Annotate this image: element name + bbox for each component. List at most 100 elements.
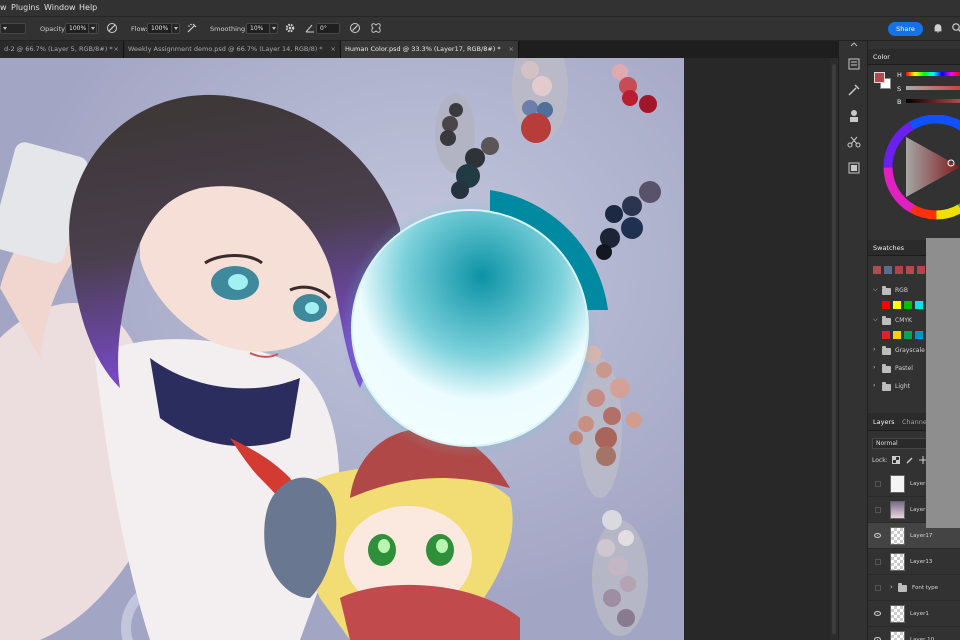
options-bar: Opacity: 100% Flow: 100% Smoothing: 10% … bbox=[0, 17, 960, 41]
swatch[interactable] bbox=[915, 331, 923, 339]
tab-channels[interactable]: Channe bbox=[902, 418, 927, 426]
tab-document-3[interactable]: Human Color.psd @ 33.3% (Layer17, RGB/8#… bbox=[341, 41, 519, 58]
close-icon[interactable]: × bbox=[509, 41, 514, 58]
artwork-illustration bbox=[0, 58, 684, 640]
airbrush-icon[interactable] bbox=[186, 22, 198, 34]
swatch-group-label: Light bbox=[895, 383, 910, 390]
close-icon[interactable]: × bbox=[331, 41, 336, 58]
menu-item-help[interactable]: Help bbox=[79, 3, 97, 12]
scrollbar-thumb[interactable] bbox=[832, 64, 836, 634]
panel-overlay bbox=[926, 238, 960, 528]
swatch[interactable] bbox=[906, 266, 914, 274]
visibility-toggle[interactable] bbox=[875, 481, 881, 487]
opacity-dropdown[interactable] bbox=[88, 23, 97, 34]
lock-label: Lock: bbox=[872, 457, 888, 464]
lock-transparent-icon[interactable] bbox=[892, 456, 900, 464]
visibility-toggle[interactable] bbox=[875, 585, 881, 591]
document-canvas[interactable] bbox=[0, 58, 684, 640]
brush-settings-icon[interactable] bbox=[846, 82, 862, 98]
swatch-group-label: Grayscale bbox=[895, 347, 925, 354]
swatch[interactable] bbox=[904, 301, 912, 309]
properties-icon[interactable] bbox=[846, 160, 862, 176]
character-icon[interactable] bbox=[846, 108, 862, 124]
h-label: H bbox=[897, 71, 902, 79]
menu-item-view[interactable]: w bbox=[0, 3, 7, 12]
smoothing-label: Smoothing: bbox=[210, 25, 248, 33]
flow-dropdown[interactable] bbox=[171, 23, 180, 34]
tab-label: Human Color.psd @ 33.3% (Layer17, RGB/8#… bbox=[345, 45, 501, 53]
layer-row[interactable]: Layer13 bbox=[868, 549, 960, 575]
symmetry-butterfly-icon[interactable] bbox=[370, 22, 382, 34]
opacity-label: Opacity: bbox=[40, 25, 67, 33]
swatch[interactable] bbox=[915, 301, 923, 309]
menu-item-window[interactable]: Window bbox=[44, 3, 76, 12]
history-icon[interactable] bbox=[846, 56, 862, 72]
layer-name: Layer bbox=[910, 481, 926, 487]
pressure-size-icon[interactable] bbox=[349, 22, 361, 34]
vertical-scrollbar[interactable] bbox=[830, 58, 838, 640]
swatch[interactable] bbox=[904, 331, 912, 339]
angle-field[interactable]: 0° bbox=[316, 23, 340, 34]
swatch[interactable] bbox=[873, 266, 881, 274]
swatch[interactable] bbox=[917, 266, 925, 274]
swatch-group-label: RGB bbox=[895, 287, 908, 294]
brush-preset-dropdown[interactable] bbox=[0, 23, 26, 34]
tab-swatches[interactable]: Swatches bbox=[873, 244, 904, 252]
tab-document-1[interactable]: d-2 @ 66.7% (Layer 5, RGB/8#) * × bbox=[0, 41, 124, 58]
layer-name: Layer13 bbox=[910, 559, 933, 565]
layer-thumbnail bbox=[890, 553, 905, 571]
swatch[interactable] bbox=[884, 266, 892, 274]
chevron-right-icon[interactable]: › bbox=[890, 583, 893, 591]
layer-row[interactable]: Layer1 bbox=[868, 601, 960, 627]
angle-icon bbox=[305, 24, 314, 33]
layer-thumbnail bbox=[890, 631, 905, 640]
color-wheel[interactable] bbox=[882, 115, 960, 235]
swatch[interactable] bbox=[893, 301, 901, 309]
gear-icon[interactable] bbox=[284, 22, 296, 34]
b-label: B bbox=[897, 98, 902, 106]
swatch[interactable] bbox=[882, 331, 890, 339]
search-icon[interactable] bbox=[951, 22, 960, 34]
blend-mode-select[interactable]: Normal bbox=[872, 438, 932, 449]
menu-item-plugins[interactable]: Plugins bbox=[11, 3, 40, 12]
layer-name: Font type bbox=[912, 585, 939, 591]
eye-icon[interactable] bbox=[874, 533, 881, 538]
chevron-down-icon: ⌵ bbox=[873, 286, 878, 293]
brightness-slider[interactable] bbox=[906, 99, 960, 103]
tab-label: d-2 @ 66.7% (Layer 5, RGB/8#) * bbox=[4, 45, 113, 53]
smoothing-dropdown[interactable] bbox=[269, 23, 278, 34]
tab-label: Weekly Assignment demo.psd @ 66.7% (Laye… bbox=[128, 45, 323, 53]
swatch[interactable] bbox=[895, 266, 903, 274]
layer-name: Layer bbox=[910, 507, 926, 513]
folder-icon bbox=[882, 364, 891, 373]
pressure-opacity-icon[interactable] bbox=[106, 22, 118, 34]
tab-layers[interactable]: Layers bbox=[873, 418, 895, 426]
right-panels: Color H S B Swatches ⌵ RGB ⌵ CMYK › Gray… bbox=[868, 41, 960, 640]
eye-icon[interactable] bbox=[874, 611, 881, 616]
menu-bar: w Plugins Window Help bbox=[0, 0, 960, 17]
bell-icon[interactable] bbox=[932, 22, 944, 34]
visibility-toggle[interactable] bbox=[875, 559, 881, 565]
s-label: S bbox=[897, 85, 902, 93]
collapse-chevron-icon[interactable] bbox=[850, 42, 858, 47]
tab-color[interactable]: Color bbox=[873, 53, 890, 61]
layer-thumbnail bbox=[890, 527, 905, 545]
layer-row[interactable]: › Font type bbox=[868, 575, 960, 601]
hue-slider[interactable] bbox=[906, 72, 960, 76]
chevron-down-icon: ⌵ bbox=[873, 316, 878, 323]
tools-scissors-icon[interactable] bbox=[846, 134, 862, 150]
saturation-slider[interactable] bbox=[906, 86, 960, 90]
foreground-color-swatch[interactable] bbox=[874, 72, 885, 83]
swatch[interactable] bbox=[882, 301, 890, 309]
panel-icon-strip bbox=[838, 41, 868, 640]
flow-label: Flow: bbox=[131, 25, 148, 33]
share-button[interactable]: Share bbox=[888, 22, 923, 36]
visibility-toggle[interactable] bbox=[875, 507, 881, 513]
swatch-group-label: CMYK bbox=[895, 317, 912, 324]
layer-name: Layer1 bbox=[910, 611, 929, 617]
close-icon[interactable]: × bbox=[114, 41, 119, 58]
swatch[interactable] bbox=[893, 331, 901, 339]
tab-document-2[interactable]: Weekly Assignment demo.psd @ 66.7% (Laye… bbox=[124, 41, 341, 58]
layer-row[interactable]: Layer 10 bbox=[868, 627, 960, 640]
lock-pixels-brush-icon[interactable] bbox=[906, 456, 914, 464]
